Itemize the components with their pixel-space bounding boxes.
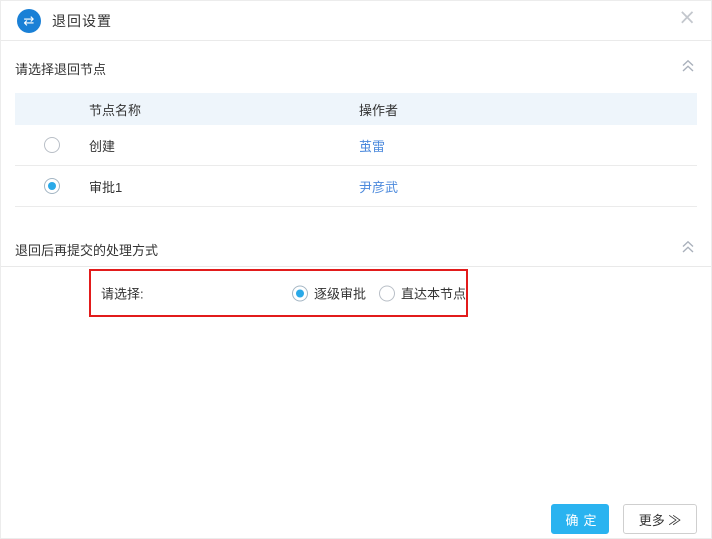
column-header-node-name: 节点名称 [89, 100, 359, 119]
double-chevron-up-icon [680, 59, 696, 73]
option-label: 直达本节点 [401, 284, 466, 303]
close-icon[interactable]: × [678, 7, 696, 28]
node-name-label: 审批1 [89, 177, 359, 196]
double-chevron-up-icon [680, 240, 696, 254]
collapse-section-nodes-button[interactable] [679, 59, 697, 75]
swap-arrows-icon: ⇄ [17, 9, 41, 33]
option-direct-to-this-node[interactable]: 直达本节点 [379, 284, 466, 303]
dialog-header: ⇄ 退回设置 [1, 1, 711, 41]
more-button[interactable]: 更多 ≫ [623, 504, 697, 534]
radio-direct-to-node[interactable] [379, 285, 395, 301]
operator-link[interactable]: 尹彦武 [359, 180, 398, 195]
confirm-button[interactable]: 确定 [551, 504, 609, 534]
node-radio-approval1[interactable] [44, 178, 60, 194]
table-row: 创建 茧雷 [15, 125, 697, 166]
operator-link[interactable]: 茧雷 [359, 139, 385, 154]
radio-step-by-step[interactable] [292, 285, 308, 301]
resubmit-option-group: 逐级审批 直达本节点 [292, 284, 466, 303]
return-settings-dialog: ⇄ 退回设置 × 请选择退回节点 节点名称 操作者 创建 茧雷 审批1 尹 [0, 0, 712, 539]
section-title-resubmit-mode: 退回后再提交的处理方式 [15, 240, 158, 259]
section-divider [1, 266, 711, 267]
node-name-label: 创建 [89, 136, 359, 155]
node-table: 节点名称 操作者 创建 茧雷 审批1 尹彦武 [15, 93, 697, 207]
option-label: 逐级审批 [314, 284, 366, 303]
table-row: 审批1 尹彦武 [15, 166, 697, 207]
node-radio-create[interactable] [44, 137, 60, 153]
highlight-box: 请选择: 逐级审批 直达本节点 [89, 269, 468, 317]
collapse-section-resubmit-button[interactable] [679, 240, 697, 256]
section-title-return-node: 请选择退回节点 [15, 59, 106, 78]
dialog-title: 退回设置 [52, 11, 112, 31]
table-header-row: 节点名称 操作者 [15, 93, 697, 125]
option-step-by-step-approval[interactable]: 逐级审批 [292, 284, 366, 303]
please-select-label: 请选择: [101, 284, 144, 303]
column-header-operator: 操作者 [359, 100, 697, 119]
